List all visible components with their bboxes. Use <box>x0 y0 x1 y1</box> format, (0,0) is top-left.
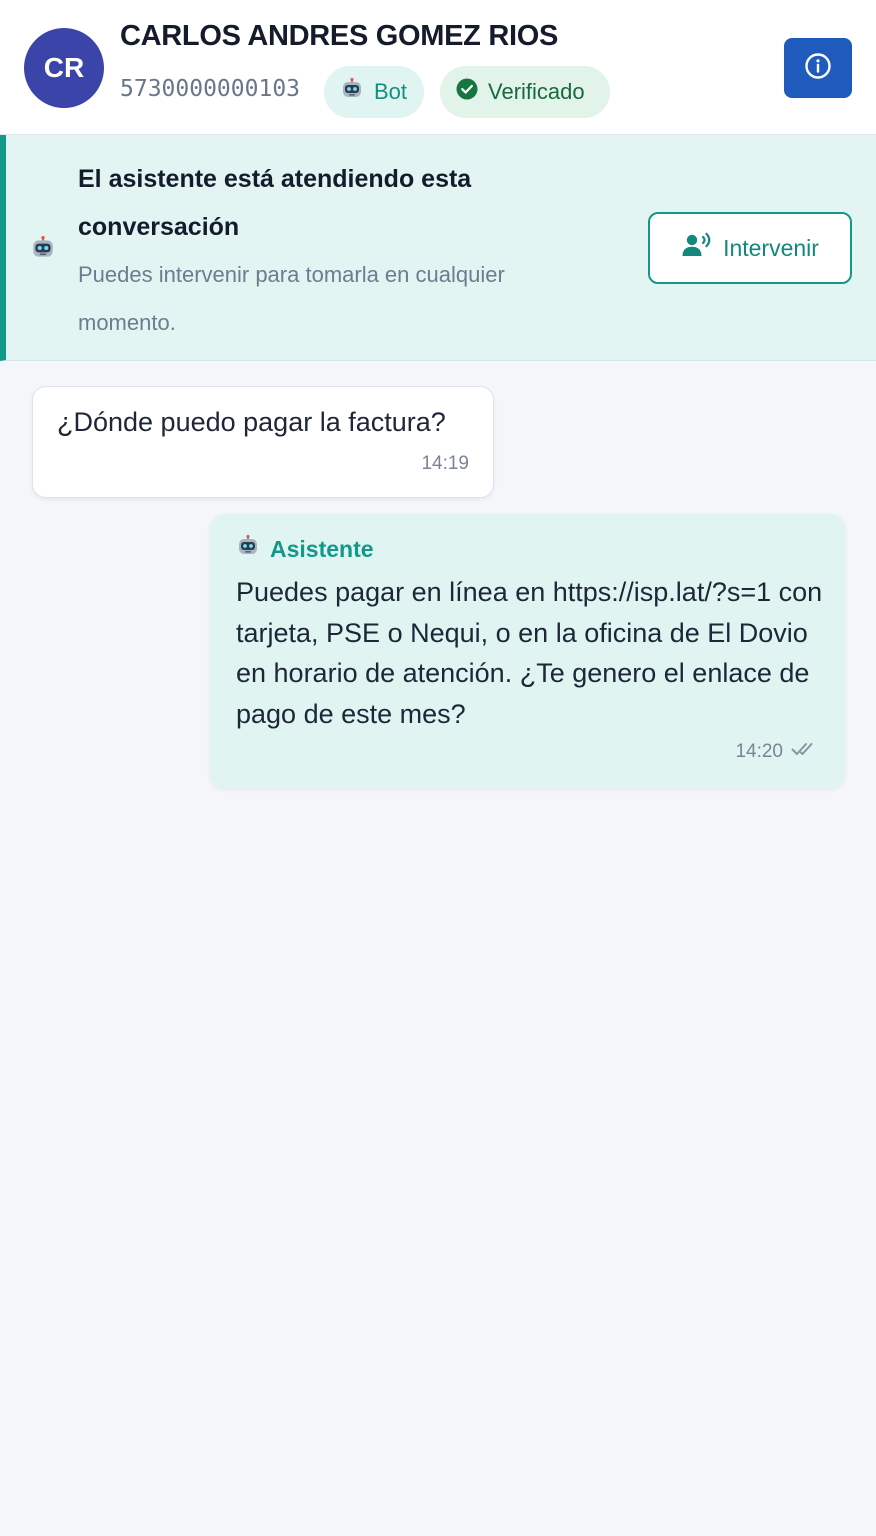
intervene-button[interactable]: Intervenir <box>648 212 852 284</box>
robot-icon <box>340 77 364 107</box>
verified-badge: Verificado <box>440 66 610 118</box>
incoming-message: ¿Dónde puedo pagar la factura? 14:19 <box>32 386 494 498</box>
message-meta: 14:20 <box>735 740 821 764</box>
banner-title: El asistente está atendiendo esta conver… <box>78 165 472 241</box>
message-sender: Asistente <box>236 534 374 564</box>
assistant-banner: El asistente está atendiendo esta conver… <box>0 135 876 361</box>
bot-badge: Bot <box>324 66 424 118</box>
contact-name: CARLOS ANDRES GOMEZ RIOS <box>120 20 559 52</box>
bot-badge-label: Bot <box>374 79 408 104</box>
double-check-icon <box>791 740 821 764</box>
intervene-button-label: Intervenir <box>723 234 819 261</box>
banner-subtitle: Puedes intervenir para tomarla en cualqu… <box>78 262 505 335</box>
sender-name: Asistente <box>270 535 374 562</box>
outgoing-message: Asistente Puedes pagar en línea en https… <box>210 514 845 788</box>
check-circle-icon <box>456 78 478 106</box>
message-time: 14:20 <box>735 741 783 762</box>
user-voice-icon <box>681 232 713 264</box>
robot-icon <box>236 534 260 564</box>
info-button[interactable] <box>784 38 852 98</box>
message-text: ¿Dónde puedo pagar la factura? <box>57 407 446 437</box>
chat-header: CR CARLOS ANDRES GOMEZ RIOS 573000000010… <box>0 0 876 135</box>
avatar: CR <box>24 28 104 108</box>
robot-icon <box>30 235 56 266</box>
contact-phone: 5730000000103 <box>120 76 301 102</box>
message-text: Puedes pagar en línea en https://isp.lat… <box>236 577 823 729</box>
verified-badge-label: Verificado <box>488 79 585 104</box>
info-icon <box>804 52 832 85</box>
message-time: 14:19 <box>421 453 469 474</box>
